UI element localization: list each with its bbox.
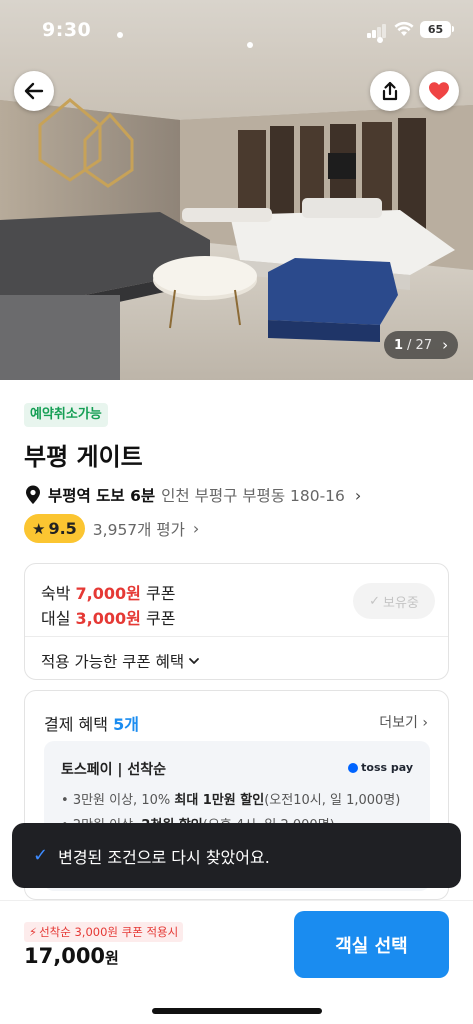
toss-logo-text: toss pay <box>361 761 413 774</box>
cancel-available-badge: 예약취소가능 <box>24 403 108 427</box>
chevron-right-icon: › <box>354 485 362 505</box>
photo-total: / 27 <box>407 337 433 353</box>
wifi-icon <box>394 21 414 36</box>
signal-icon <box>367 24 387 38</box>
payment-title-text: 결제 혜택 <box>44 715 108 734</box>
stay-coupon: 숙박 7,000원 쿠폰 <box>41 580 175 604</box>
divider <box>25 636 448 637</box>
chevron-down-icon <box>189 658 200 664</box>
back-button[interactable] <box>14 71 54 111</box>
more-link[interactable]: 더보기 › <box>379 712 428 732</box>
tosspay-title: 토스페이 | 선착순 <box>61 762 167 778</box>
payment-benefits-count: 5개 <box>113 715 139 734</box>
status-time: 9:30 <box>42 19 92 41</box>
rating-value: 9.5 <box>48 519 77 538</box>
share-button[interactable] <box>370 71 410 111</box>
select-room-button[interactable]: 객실 선택 <box>294 911 449 978</box>
battery-tip <box>452 26 454 32</box>
toast-text: 변경된 조건으로 다시 찾았어요. <box>58 847 270 867</box>
owned-label: 보유중 <box>383 595 419 611</box>
home-indicator <box>152 1008 322 1014</box>
coupon-benefits-label: 적용 가능한 쿠폰 혜택 <box>41 653 185 671</box>
location-row[interactable]: 부평역 도보 6분 인천 부평구 부평동 180-16 › <box>24 484 361 506</box>
arrow-left-icon <box>24 82 44 100</box>
photo-counter[interactable]: 1 / 27 › <box>384 331 459 359</box>
location-pin-icon <box>26 485 40 504</box>
review-count: 3,957개 평가 <box>92 520 185 539</box>
like-button[interactable] <box>419 71 459 111</box>
coupon-card: 숙박 7,000원 쿠폰 대실 3,000원 쿠폰 ✓ 보유중 적용 가능한 쿠… <box>24 563 449 680</box>
chevron-right-icon: › <box>442 336 449 354</box>
coupon-benefits-toggle[interactable]: 적용 가능한 쿠폰 혜택 <box>41 650 200 672</box>
rating-badge: ★ 9.5 <box>24 514 85 543</box>
promo-text: 선착순 3,000원 쿠폰 적용시 <box>39 925 179 939</box>
check-icon: ✓ <box>369 593 380 609</box>
item-limit: (오전10시, 일 1,000명) <box>264 793 401 808</box>
price-currency: 원 <box>105 949 119 967</box>
walk-distance: 부평역 도보 6분 <box>48 487 156 505</box>
hotel-name: 부평 게이트 <box>24 443 143 471</box>
item-condition: 3만원 이상, 10% <box>72 793 171 808</box>
star-icon: ★ <box>32 519 46 538</box>
payment-benefits-title: 결제 혜택 5개 <box>44 711 139 735</box>
heart-icon <box>429 82 449 100</box>
rating-row[interactable]: ★ 9.5 3,957개 평가 › <box>24 514 199 543</box>
stay-coupon-suffix: 쿠폰 <box>145 584 176 603</box>
chevron-right-icon: › <box>422 715 428 731</box>
share-icon <box>382 81 398 101</box>
chevron-right-icon: › <box>192 519 200 538</box>
address: 인천 부평구 부평동 180-16 <box>161 487 345 505</box>
status-bar: 9:30 65 <box>0 0 473 62</box>
lightning-icon: ⚡ <box>29 925 38 939</box>
check-icon: ✓ <box>33 845 49 866</box>
rental-coupon: 대실 3,000원 쿠폰 <box>41 605 175 629</box>
price: 17,000원 <box>24 944 119 968</box>
price-value: 17,000 <box>24 944 106 968</box>
stay-coupon-amount: 7,000원 <box>75 584 141 603</box>
stay-coupon-label: 숙박 <box>41 584 71 603</box>
promo-tag: ⚡ 선착순 3,000원 쿠폰 적용시 <box>24 922 184 942</box>
owned-coupon-button[interactable]: ✓ 보유중 <box>353 583 435 619</box>
rental-coupon-suffix: 쿠폰 <box>145 609 176 628</box>
tosspay-item: • 3만원 이상, 10% 최대 1만원 할인(오전10시, 일 1,000명) <box>61 789 400 808</box>
rental-coupon-label: 대실 <box>41 609 71 628</box>
rental-coupon-amount: 3,000원 <box>75 609 141 628</box>
photo-current: 1 <box>394 337 404 353</box>
battery-icon: 65 <box>420 21 451 38</box>
tosspay-logo: toss pay <box>348 761 413 774</box>
bullet: • <box>61 793 73 808</box>
more-label: 더보기 <box>379 715 418 731</box>
toast-message: ✓ 변경된 조건으로 다시 찾았어요. <box>12 823 461 888</box>
bottom-bar: ⚡ 선착순 3,000원 쿠폰 적용시 17,000원 객실 선택 <box>0 900 473 1024</box>
toss-logo-icon <box>348 762 359 773</box>
item-discount: 최대 1만원 할인 <box>174 793 265 808</box>
